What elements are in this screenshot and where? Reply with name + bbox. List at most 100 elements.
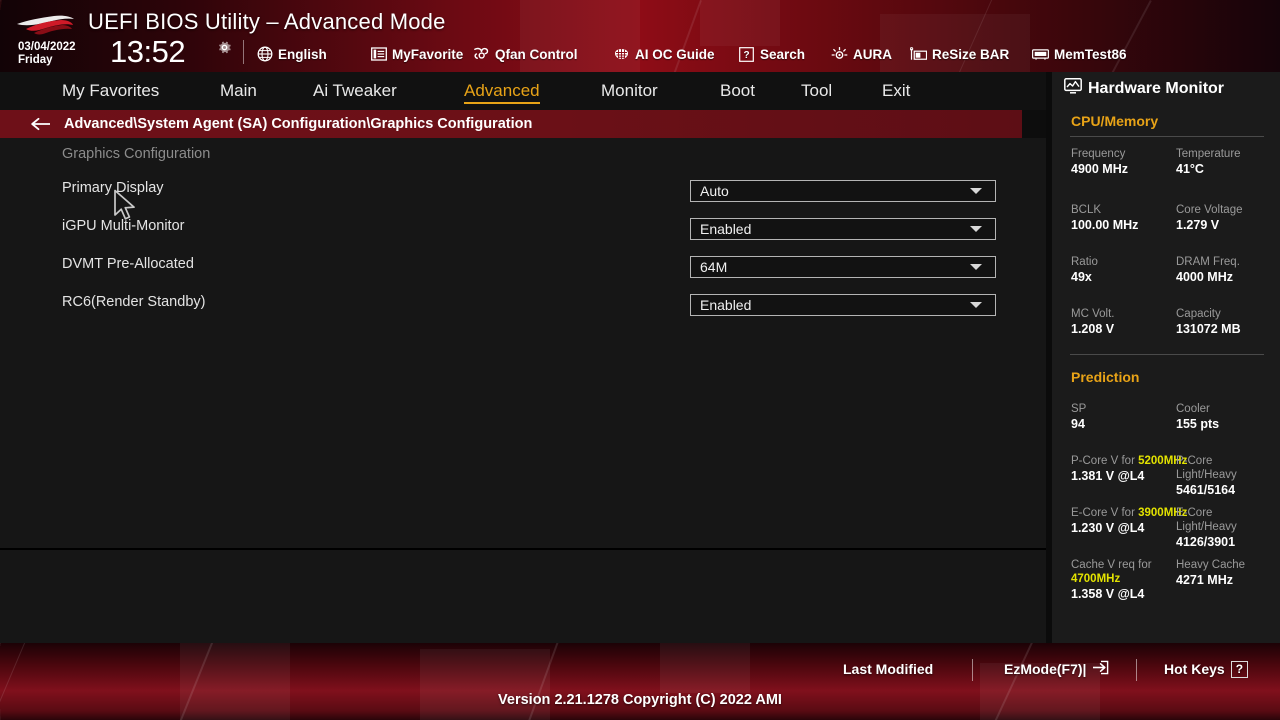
fan-icon xyxy=(473,46,490,63)
hwm-value: 41°C xyxy=(1176,162,1204,176)
footer-ezmode[interactable]: EzMode(F7)| xyxy=(1004,659,1109,679)
dropdown-rc6-render-standby[interactable]: Enabled xyxy=(690,294,996,316)
dropdown-igpu-multi-monitor[interactable]: Enabled xyxy=(690,218,996,240)
toolbar-item-myfavorite[interactable]: MyFavorite xyxy=(370,43,463,65)
hardware-monitor-panel: Hardware Monitor CPU/Memory Frequency 49… xyxy=(1046,72,1280,643)
hwm-key: Cooler xyxy=(1176,403,1210,415)
gear-icon[interactable] xyxy=(216,39,233,56)
system-date: 03/04/2022 Friday xyxy=(18,41,76,66)
tab-advanced[interactable]: Advanced xyxy=(464,72,540,110)
setting-label: iGPU Multi-Monitor xyxy=(62,218,185,234)
toolbar-item-qfan-control[interactable]: Qfan Control xyxy=(473,43,578,65)
hwm-frequency: Frequency 4900 MHz xyxy=(1071,147,1128,177)
section-heading: Graphics Configuration xyxy=(62,146,211,162)
chevron-down-icon xyxy=(970,264,982,270)
rog-logo-icon xyxy=(17,15,74,35)
hwm-pcore-voltage: P-Core V for 5200MHz 1.381 V @L4 xyxy=(1071,454,1187,484)
dropdown-value: 64M xyxy=(700,259,728,275)
hwm-value: 94 xyxy=(1071,417,1085,431)
monitor-icon xyxy=(1064,78,1082,99)
brain-icon xyxy=(613,46,630,63)
dropdown-value: Enabled xyxy=(700,297,752,313)
toolbar-item-resize-bar[interactable]: ReSize BAR xyxy=(910,43,1009,65)
tab-tool[interactable]: Tool xyxy=(801,72,832,110)
toolbar-item-label: MyFavorite xyxy=(392,46,464,62)
hwm-value: 155 pts xyxy=(1176,417,1220,431)
hwm-value: 4271 MHz xyxy=(1176,573,1233,587)
hwm-bclk: BCLK 100.00 MHz xyxy=(1071,203,1138,233)
chevron-down-icon xyxy=(970,226,982,232)
dropdown-value: Enabled xyxy=(700,221,752,237)
tab-ai-tweaker[interactable]: Ai Tweaker xyxy=(313,72,397,110)
hwm-key: Ratio xyxy=(1071,256,1098,268)
hwm-section-cpu-memory: CPU/Memory xyxy=(1071,113,1159,129)
tab-monitor[interactable]: Monitor xyxy=(601,72,658,110)
system-clock: 13:52 xyxy=(110,34,186,69)
toolbar-divider xyxy=(243,40,244,64)
hwm-pcore-light-heavy: P-Core Light/Heavy 5461/5164 xyxy=(1176,454,1237,498)
back-arrow-icon[interactable] xyxy=(30,115,52,133)
footer-divider xyxy=(972,659,973,681)
tab-boot[interactable]: Boot xyxy=(720,72,755,110)
dropdown-primary-display[interactable]: Auto xyxy=(690,180,996,202)
hwm-ecore-light-heavy: E-Core Light/Heavy 4126/3901 xyxy=(1176,506,1237,550)
hwm-value: 49x xyxy=(1071,270,1092,284)
hwm-key: P-Core V for 5200MHz xyxy=(1071,455,1188,467)
hwm-cooler: Cooler 155 pts xyxy=(1176,402,1219,432)
question-box-icon: ? xyxy=(738,46,755,63)
settings-panel: Graphics Configuration Primary Display A… xyxy=(0,138,1046,720)
toolbar-item-aura[interactable]: AURA xyxy=(831,43,892,65)
setting-label: RC6(Render Standby) xyxy=(62,294,206,310)
footer-last-modified[interactable]: Last Modified xyxy=(843,659,933,679)
main-navigation: My Favorites Main Ai Tweaker Advanced Mo… xyxy=(0,72,1046,110)
hwm-temperature: Temperature 41°C xyxy=(1176,147,1241,177)
content-divider xyxy=(0,548,1046,550)
tab-my-favorites[interactable]: My Favorites xyxy=(62,72,159,110)
hwm-value: 4000 MHz xyxy=(1176,270,1233,284)
hwm-ecore-voltage: E-Core V for 3900MHz 1.230 V @L4 xyxy=(1071,506,1187,536)
footer-hot-keys[interactable]: Hot Keys ? xyxy=(1164,659,1249,679)
toolbar-item-ai-oc-guide[interactable]: AI OC Guide xyxy=(613,43,715,65)
hardware-monitor-title: Hardware Monitor xyxy=(1064,78,1224,99)
svg-text:?: ? xyxy=(743,50,749,61)
hardware-monitor-title-label: Hardware Monitor xyxy=(1088,79,1225,97)
chevron-down-icon xyxy=(970,188,982,194)
bios-version-text: Version 2.21.1278 Copyright (C) 2022 AMI xyxy=(498,692,782,708)
toolbar-item-label: English xyxy=(278,46,327,62)
hwm-key: BCLK xyxy=(1071,204,1102,216)
hwm-key: Frequency xyxy=(1071,148,1126,160)
aura-light-icon xyxy=(831,46,848,63)
exit-arrow-icon xyxy=(1092,660,1109,678)
dropdown-dvmt-pre-allocated[interactable]: 64M xyxy=(690,256,996,278)
tab-exit[interactable]: Exit xyxy=(882,72,910,110)
toolbar-item-label: AI OC Guide xyxy=(635,46,715,62)
hwm-key: Heavy Cache xyxy=(1176,559,1246,571)
hwm-mc-volt: MC Volt. 1.208 V xyxy=(1071,307,1114,337)
toolbar-item-memtest86[interactable]: MemTest86 xyxy=(1032,43,1127,65)
hwm-value: 1.230 V @L4 xyxy=(1071,521,1145,535)
hwm-key: E-Core Light/Heavy xyxy=(1176,507,1237,533)
hwm-key: SP xyxy=(1071,403,1087,415)
hwm-value: 1.358 V @L4 xyxy=(1071,587,1145,601)
hwm-sp: SP 94 xyxy=(1071,402,1086,432)
hwm-key: Capacity xyxy=(1176,308,1221,320)
hwm-section-prediction: Prediction xyxy=(1071,369,1140,385)
resize-bar-icon xyxy=(910,46,927,63)
chevron-down-icon xyxy=(970,302,982,308)
tab-main[interactable]: Main xyxy=(220,72,257,110)
toolbar-item-english[interactable]: English xyxy=(256,43,327,65)
hwm-value: 4900 MHz xyxy=(1071,162,1128,176)
toolbar-item-label: MemTest86 xyxy=(1054,46,1127,62)
hwm-key: E-Core V for 3900MHz xyxy=(1071,507,1188,519)
hwm-heavy-cache: Heavy Cache 4271 MHz xyxy=(1176,558,1245,588)
question-box-icon: ? xyxy=(1230,660,1249,678)
toolbar-item-search[interactable]: ? Search xyxy=(738,43,805,65)
toolbar-item-label: ReSize BAR xyxy=(932,46,1010,62)
hwm-value: 131072 MB xyxy=(1176,322,1241,336)
footer-item-label: Hot Keys xyxy=(1164,661,1225,677)
hwm-key: Core Voltage xyxy=(1176,204,1243,216)
toolbar-item-label: Search xyxy=(760,46,806,62)
hwm-key: P-Core Light/Heavy xyxy=(1176,455,1237,481)
hwm-cache-voltage: Cache V req for 4700MHz 1.358 V @L4 xyxy=(1071,558,1171,602)
setting-row-rc6-render-standby: RC6(Render Standby) Enabled xyxy=(0,294,1046,332)
